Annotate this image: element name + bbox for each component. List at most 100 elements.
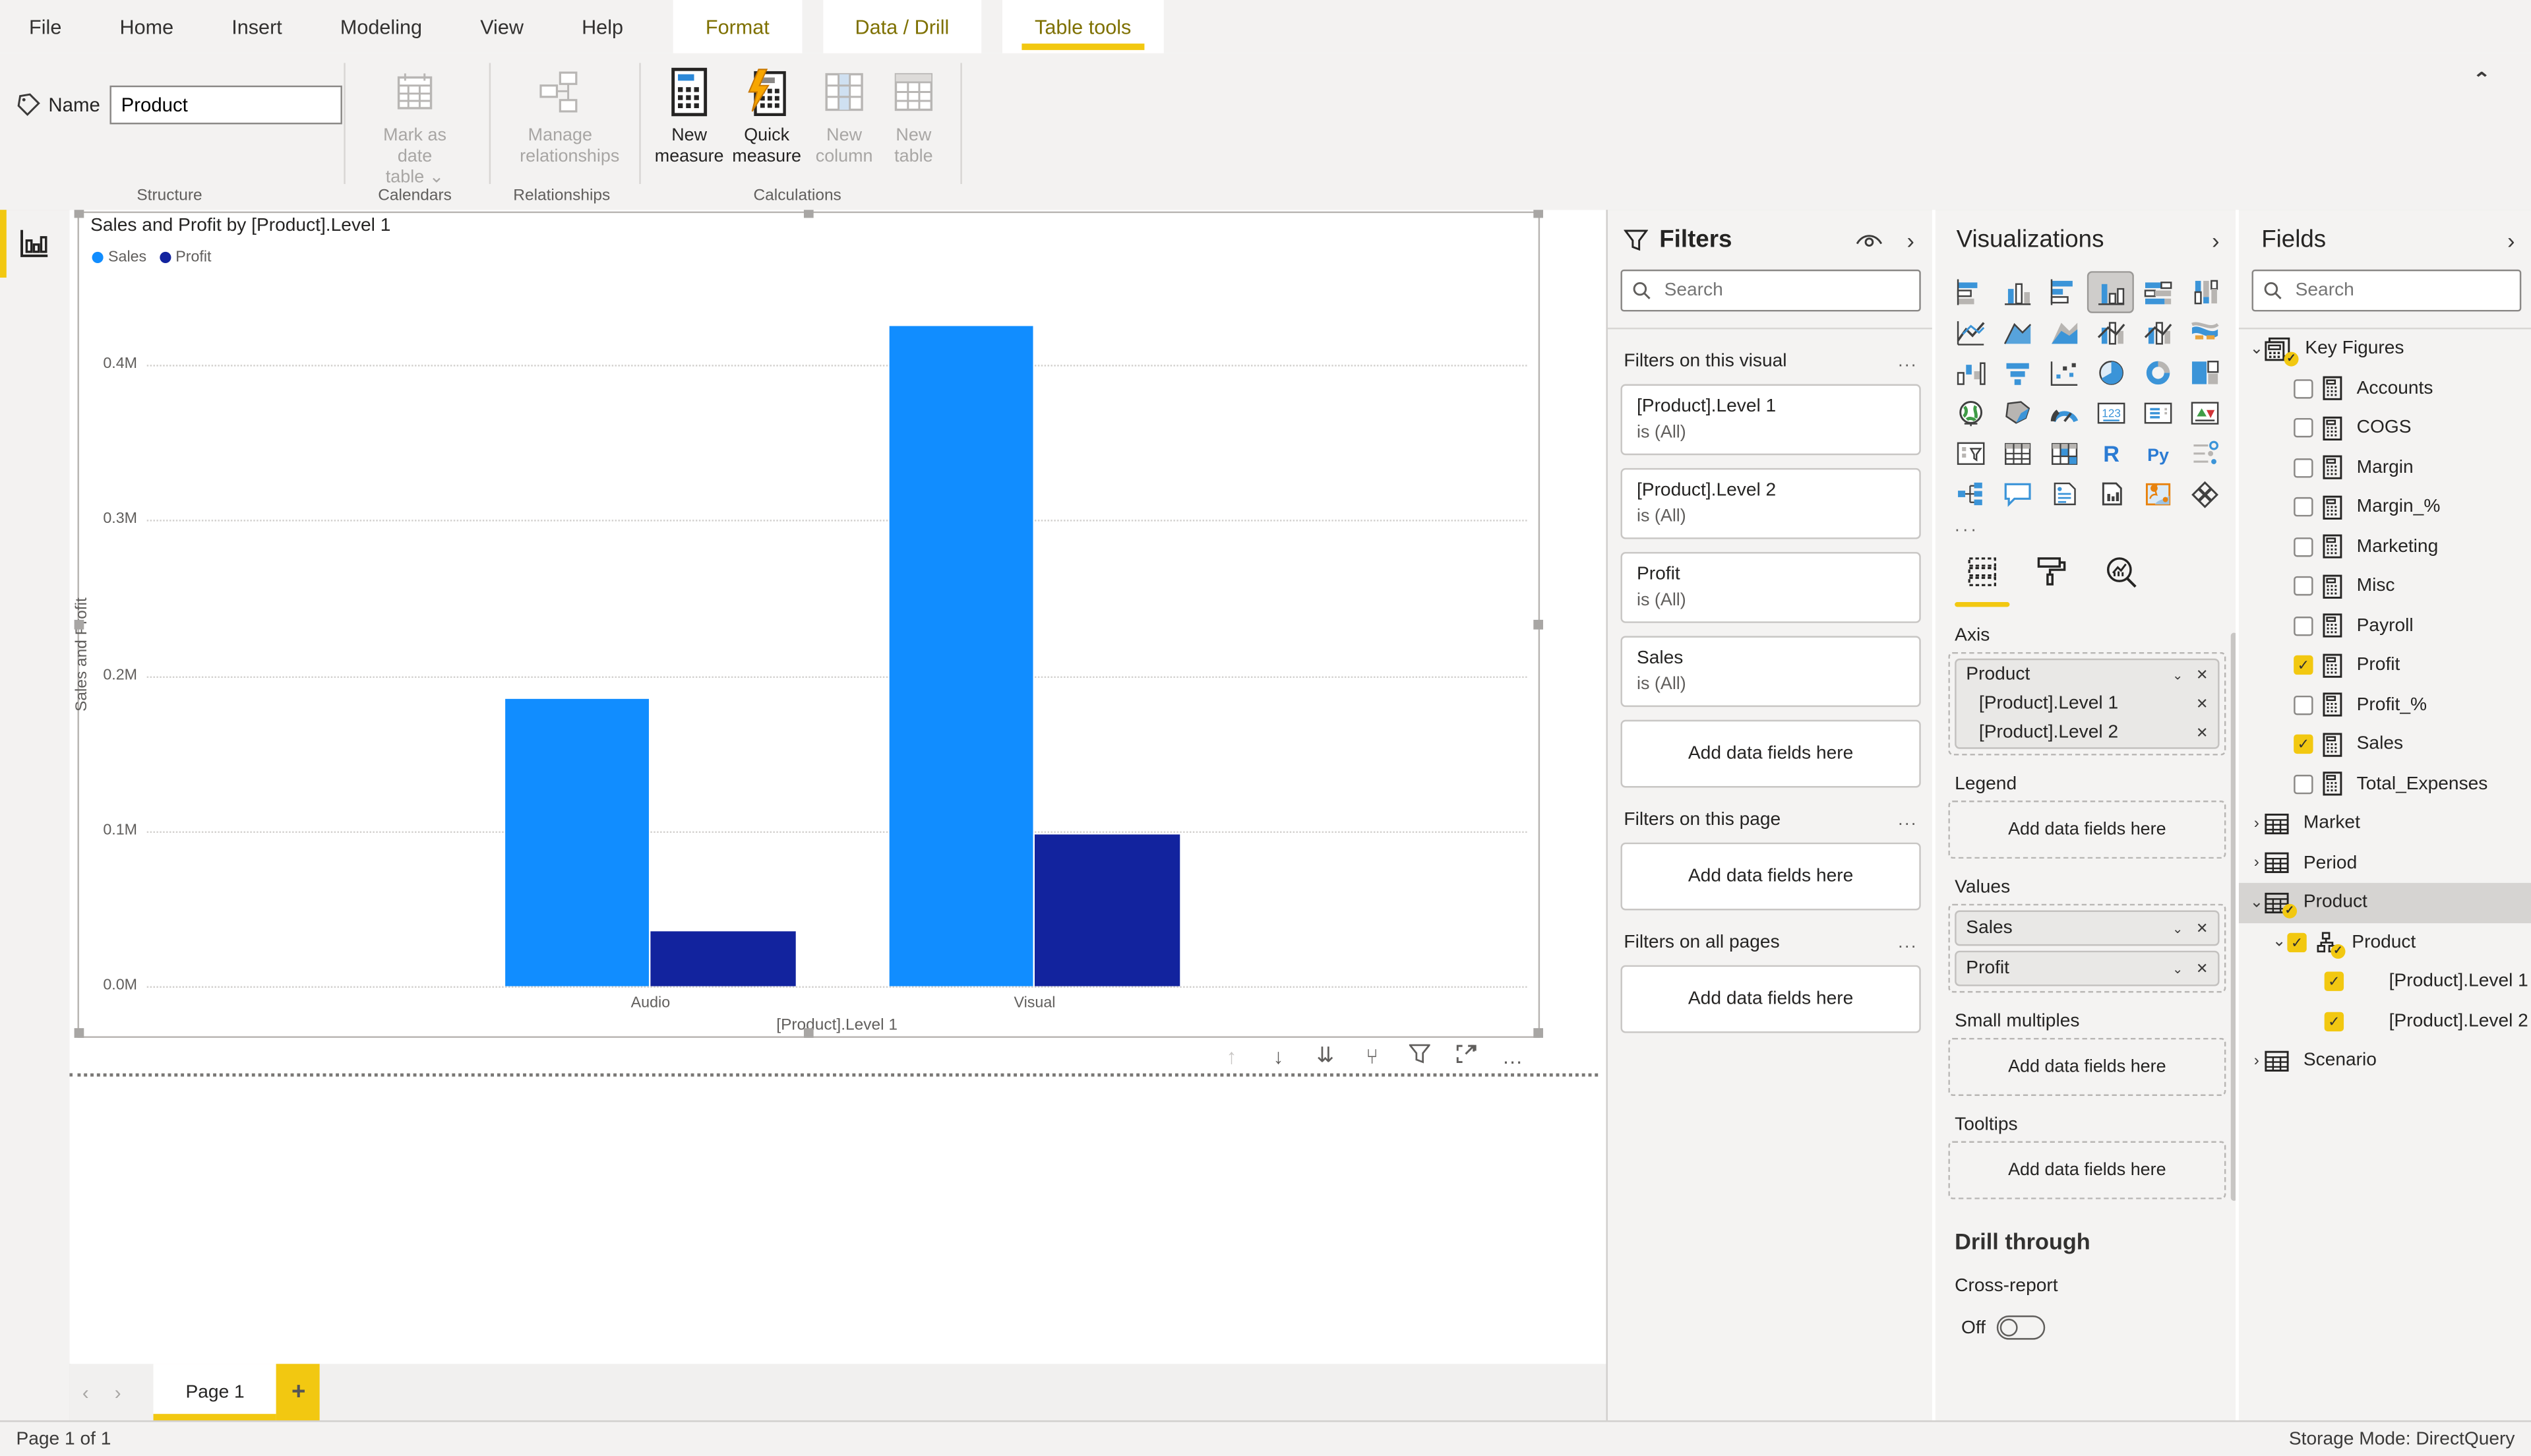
field-tree-item-misc[interactable]: Misc (2239, 566, 2531, 606)
field-tree-item-product[interactable]: ⌄✓✓Product (2239, 923, 2531, 962)
more-options-icon[interactable]: ... (1898, 933, 1918, 952)
add-data-fields-drop-zone[interactable]: Add data fields here (1955, 807, 2219, 853)
field-checkbox[interactable] (2294, 774, 2313, 793)
more-options-icon[interactable]: ... (1898, 810, 1918, 830)
collapse-fields-pane-icon[interactable]: › (2501, 227, 2521, 253)
collapse-ribbon-icon[interactable]: ⌃ (2473, 69, 2491, 89)
field-pill-group-product[interactable]: Product⌄✕[Product].Level 1✕[Product].Lev… (1955, 659, 2219, 749)
field-tree-item-profit-[interactable]: Profit_% (2239, 685, 2531, 725)
field-checkbox[interactable] (2294, 537, 2313, 556)
field-tree-item--product-level-2[interactable]: ✓[Product].Level 2 (2239, 1002, 2531, 1041)
field-checkbox[interactable] (2294, 695, 2313, 714)
legend-item-profit[interactable]: Profit (160, 249, 212, 266)
field-tree-item-period[interactable]: ›Period (2239, 843, 2531, 883)
bar-profit-audio[interactable] (650, 932, 795, 986)
waterfall-chart-icon[interactable] (1948, 353, 1992, 392)
clustered-bar-chart-icon[interactable] (2042, 273, 2086, 312)
stacked-bar-chart-icon[interactable] (1948, 273, 1992, 312)
table-name-input[interactable] (109, 86, 342, 125)
remove-field-icon[interactable]: ✕ (2196, 919, 2208, 937)
filter-card--product-level-2[interactable]: [Product].Level 2is (All) (1620, 468, 1920, 539)
collapse-filters-pane-icon[interactable]: › (1901, 227, 1921, 253)
clustered-column-chart-icon[interactable] (2090, 273, 2133, 312)
new-page-button[interactable]: + (277, 1364, 320, 1420)
field-tree-item-product[interactable]: ⌄✓Product (2239, 883, 2531, 923)
table-icon[interactable] (1996, 434, 2039, 473)
field-tree-item-profit[interactable]: ✓Profit (2239, 646, 2531, 685)
ribbon-tab-insert[interactable]: Insert (202, 0, 311, 53)
page-tab[interactable]: Page 1 (154, 1364, 277, 1420)
funnel-chart-icon[interactable] (1996, 353, 2039, 392)
smart-narrative-icon[interactable] (2042, 475, 2086, 514)
field-checkbox[interactable] (2294, 616, 2313, 635)
ribbon-tab-table-tools[interactable]: Table tools (1002, 0, 1163, 53)
visual-resize-handle[interactable] (1533, 1028, 1543, 1038)
field-checkbox[interactable]: ✓ (2294, 655, 2313, 675)
field-pill-sales[interactable]: Sales⌄✕ (1955, 911, 2219, 946)
field-tree-item-market[interactable]: ›Market (2239, 804, 2531, 843)
key-influencers-icon[interactable] (2183, 434, 2227, 473)
field-tree-item-sales[interactable]: ✓Sales (2239, 725, 2531, 764)
previous-page-icon[interactable]: ‹ (69, 1381, 102, 1403)
more-visuals-button[interactable]: ... (1955, 516, 2239, 535)
cross-report-toggle[interactable] (1997, 1316, 2045, 1340)
field-tree-item-payroll[interactable]: Payroll (2239, 606, 2531, 646)
well-axis[interactable]: Product⌄✕[Product].Level 1✕[Product].Lev… (1948, 652, 2226, 756)
well-small-multiples[interactable]: Add data fields here (1948, 1038, 2226, 1096)
map-icon[interactable] (1948, 394, 1992, 433)
well-legend[interactable]: Add data fields here (1948, 801, 2226, 859)
well-values[interactable]: Sales⌄✕Profit⌄✕ (1948, 904, 2226, 993)
ribbon-tab-help[interactable]: Help (553, 0, 652, 53)
visual-resize-handle[interactable] (1533, 620, 1543, 630)
line-chart-icon[interactable] (1948, 313, 1992, 352)
ribbon-tab-file[interactable]: File (0, 0, 90, 53)
filter-card--product-level-1[interactable]: [Product].Level 1is (All) (1620, 384, 1920, 456)
stacked-area-chart-icon[interactable] (2042, 313, 2086, 352)
ribbon-tab-view[interactable]: View (451, 0, 553, 53)
field-checkbox[interactable]: ✓ (2325, 1012, 2344, 1031)
ribbon-chart-icon[interactable] (2183, 313, 2227, 352)
donut-chart-icon[interactable] (2137, 353, 2180, 392)
q-and-a-icon[interactable] (1996, 475, 2039, 514)
ribbon-tab-modeling[interactable]: Modeling (311, 0, 451, 53)
report-view-icon[interactable] (19, 228, 50, 258)
area-chart-icon[interactable] (1996, 313, 2039, 352)
bar-sales-audio[interactable] (505, 699, 649, 986)
chevron-down-icon[interactable]: ⌄ (2249, 894, 2265, 911)
field-tree-item-marketing[interactable]: Marketing (2239, 527, 2531, 566)
field-tree-item-total-expenses[interactable]: Total_Expenses (2239, 764, 2531, 804)
more-options-icon[interactable]: … (1500, 1043, 1525, 1068)
go-to-next-level-icon[interactable]: ⇊ (1312, 1043, 1338, 1068)
field-tree-item-margin-[interactable]: Margin_% (2239, 487, 2531, 527)
field-checkbox[interactable] (2294, 379, 2313, 398)
field-checkbox[interactable]: ✓ (2287, 932, 2306, 952)
add-data-fields-drop-zone[interactable]: Add data fields here (1620, 720, 1920, 788)
chevron-down-icon[interactable]: ⌄ (2249, 340, 2265, 358)
arcgis-map-icon[interactable] (2137, 475, 2180, 514)
add-data-fields-drop-zone[interactable]: Add data fields here (1620, 965, 1920, 1033)
scatter-chart-icon[interactable] (2042, 353, 2086, 392)
line-and-clustered-column-chart-icon[interactable] (2137, 313, 2180, 352)
field-checkbox[interactable] (2294, 458, 2313, 477)
card-icon[interactable]: 123 (2090, 394, 2133, 433)
matrix-icon[interactable] (2042, 434, 2086, 473)
collapse-visualizations-pane-icon[interactable]: › (2205, 227, 2226, 253)
filled-map-icon[interactable] (1996, 394, 2039, 433)
add-data-fields-drop-zone[interactable]: Add data fields here (1955, 1147, 2219, 1193)
r-script-visual-icon[interactable]: R (2090, 434, 2133, 473)
chevron-right-icon[interactable]: › (2249, 854, 2265, 872)
focus-mode-icon[interactable] (1453, 1043, 1479, 1068)
fields-search-input[interactable] (2292, 279, 2510, 301)
well-tooltips[interactable]: Add data fields here (1948, 1141, 2226, 1199)
chevron-down-icon[interactable]: ⌄ (2172, 921, 2183, 935)
eye-icon[interactable] (1855, 230, 1884, 249)
more-options-icon[interactable]: ... (1898, 352, 1918, 371)
manage-relationships-button[interactable]: Managerelationships (520, 60, 600, 168)
gauge-icon[interactable] (2042, 394, 2086, 433)
field-tree-item-key-figures[interactable]: ⌄✓Key Figures (2239, 329, 2531, 369)
field-tree-item-scenario[interactable]: ›Scenario (2239, 1041, 2531, 1081)
remove-field-icon[interactable]: ✕ (2196, 724, 2208, 742)
multi-row-card-icon[interactable] (2137, 394, 2180, 433)
paginated-report-icon[interactable] (2090, 475, 2133, 514)
chevron-right-icon[interactable]: › (2249, 814, 2265, 832)
